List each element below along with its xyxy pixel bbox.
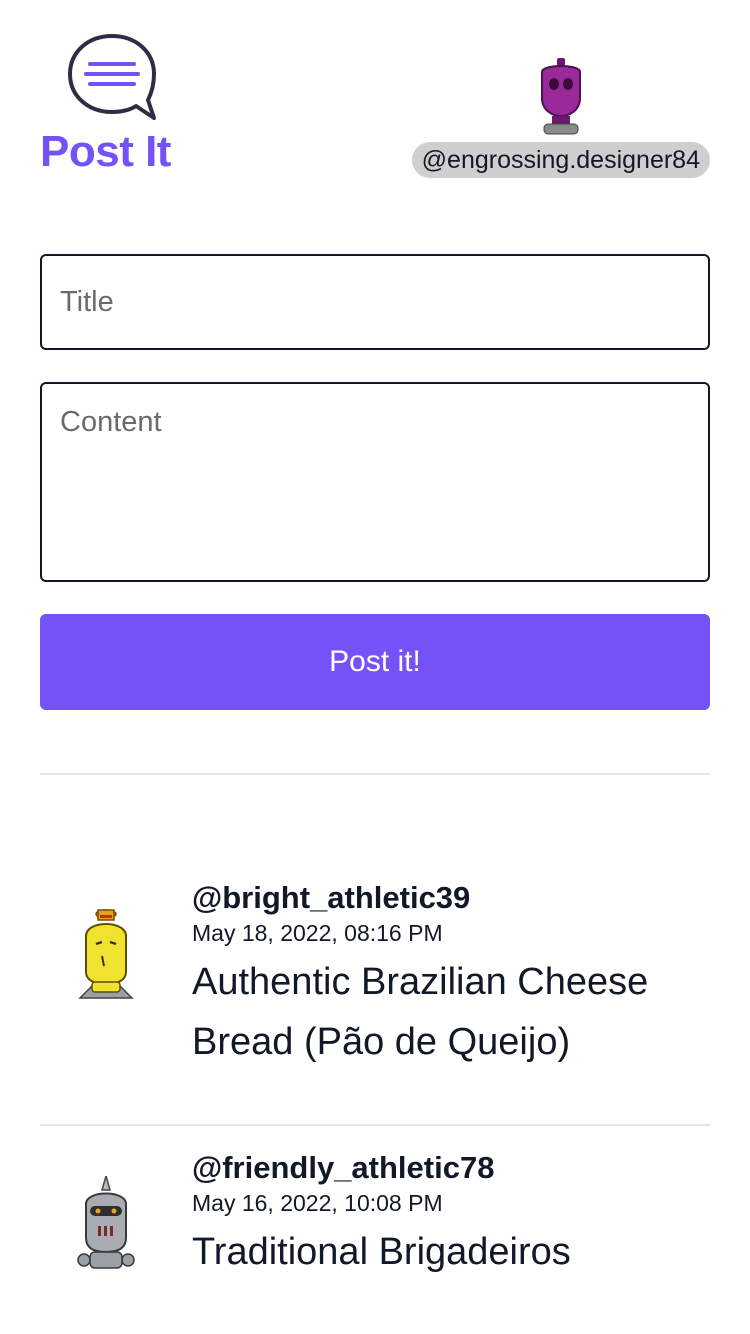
post-author-avatar: [77, 1176, 135, 1269]
title-input[interactable]: [40, 254, 710, 350]
divider: [40, 1124, 710, 1126]
brand-name[interactable]: Post It: [40, 130, 171, 174]
content-textarea[interactable]: [40, 382, 710, 582]
post-body: @friendly_athletic78 May 16, 2022, 10:08…: [192, 1150, 710, 1282]
post-author[interactable]: @bright_athletic39: [192, 880, 710, 916]
user-avatar[interactable]: [528, 58, 594, 138]
speech-bubble-icon[interactable]: [64, 30, 160, 126]
post-date: May 16, 2022, 10:08 PM: [192, 1190, 443, 1216]
post-item[interactable]: @friendly_athletic78 May 16, 2022, 10:08…: [40, 1150, 710, 1282]
header: Post It @engrossing.designer84: [40, 0, 710, 200]
user-menu[interactable]: @engrossing.designer84: [410, 58, 710, 180]
post-item[interactable]: @bright_athletic39 May 18, 2022, 08:16 P…: [40, 880, 710, 1072]
post-title[interactable]: Authentic Brazilian Cheese Bread (Pão de…: [192, 952, 710, 1072]
post-feed: @bright_athletic39 May 18, 2022, 08:16 P…: [40, 880, 710, 1273]
post-it-button[interactable]: Post it!: [40, 614, 710, 710]
page: Post It @engrossing.designer84 Post it!: [0, 0, 750, 1334]
post-body: @bright_athletic39 May 18, 2022, 08:16 P…: [192, 880, 710, 1072]
post-form: Post it!: [40, 254, 710, 710]
post-author[interactable]: @friendly_athletic78: [192, 1150, 710, 1186]
divider: [40, 773, 710, 775]
post-title[interactable]: Traditional Brigadeiros: [192, 1222, 710, 1282]
user-handle[interactable]: @engrossing.designer84: [411, 142, 710, 178]
post-author-avatar: [78, 909, 134, 999]
post-date: May 18, 2022, 08:16 PM: [192, 920, 443, 946]
